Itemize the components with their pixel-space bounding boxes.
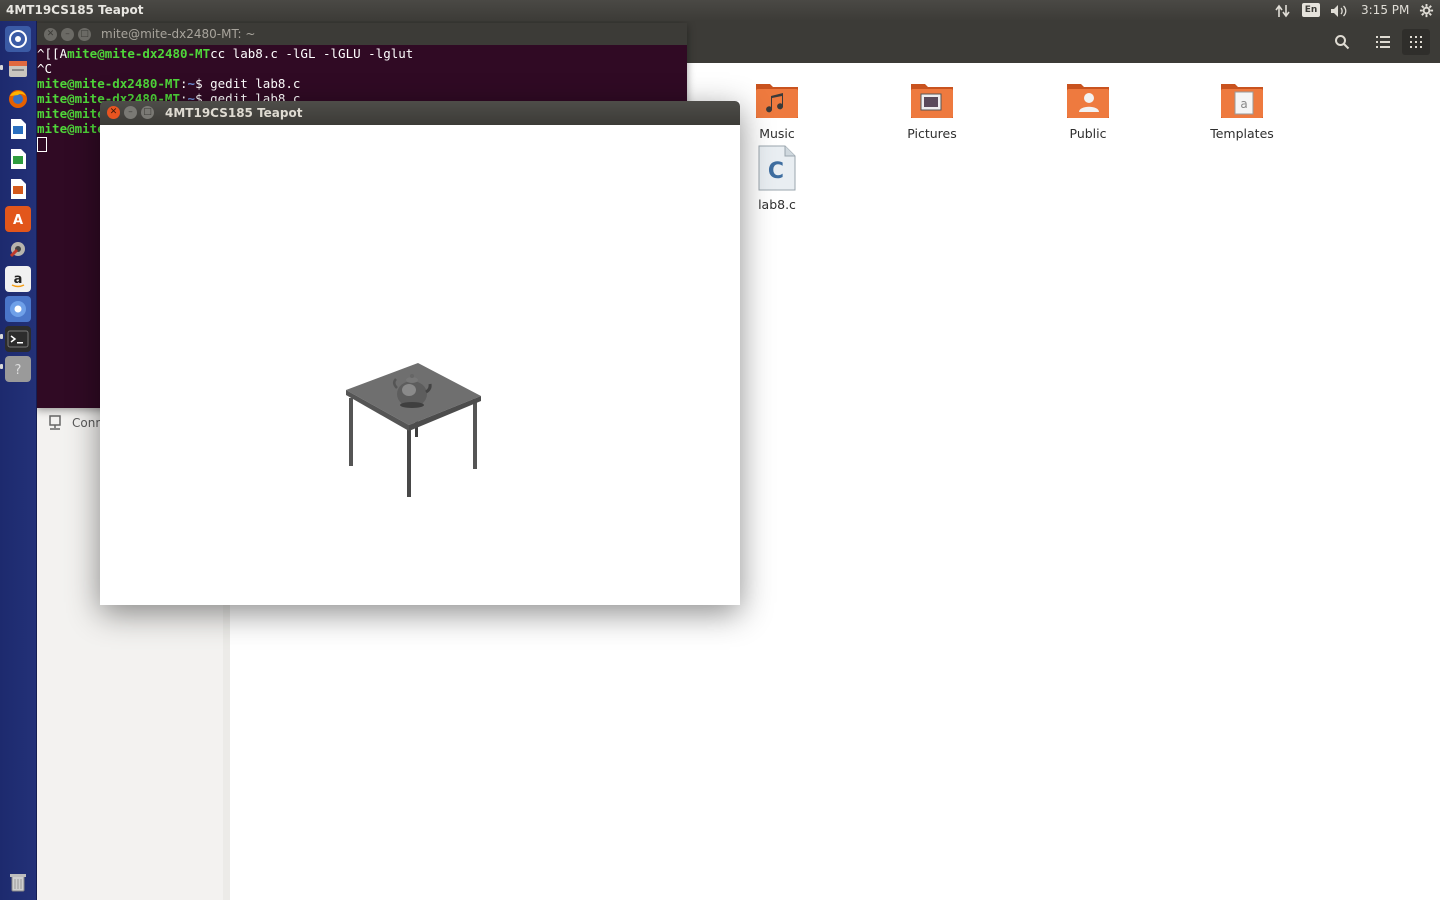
file-label: Templates — [1210, 126, 1274, 141]
terminal-text: ^C — [37, 61, 53, 76]
amazon-icon[interactable]: a — [5, 266, 31, 292]
music-folder-icon — [756, 84, 798, 118]
folder-public[interactable]: Public — [1033, 78, 1143, 141]
launcher: A a ? — [0, 21, 37, 900]
terminal-command: cc lab8.c -lGL -lGLU -lglut — [210, 46, 414, 61]
public-folder-icon — [1067, 84, 1109, 118]
svg-text:C: C — [768, 159, 784, 184]
search-button[interactable] — [1328, 29, 1356, 55]
terminal-line: ^C — [37, 61, 685, 76]
folder-pictures[interactable]: Pictures — [877, 78, 987, 141]
writer-icon[interactable] — [5, 116, 31, 142]
pictures-folder-icon — [911, 84, 953, 118]
svg-text:A: A — [13, 213, 23, 228]
terminal-line: mite@mite-dx2480-MT:~$ gedit lab8.c — [37, 76, 685, 91]
teapot-window-title: 4MT19CS185 Teapot — [165, 106, 303, 120]
teapot-window[interactable]: ✕ – □ 4MT19CS185 Teapot — [100, 101, 740, 605]
software-center-icon[interactable]: A — [5, 206, 31, 232]
dash-icon[interactable] — [5, 26, 31, 52]
terminal-command: $ gedit lab8.c — [195, 76, 301, 91]
chromium-icon[interactable] — [5, 296, 31, 322]
terminal-text: ^[[A — [37, 46, 68, 61]
terminal-line: ^[[Amite@mite-dx2480-MTcc lab8.c -lGL -l… — [37, 46, 685, 61]
svg-text:a: a — [14, 272, 23, 287]
files-icon[interactable] — [5, 56, 31, 82]
terminal-cursor — [37, 137, 47, 152]
grid-view-button[interactable] — [1402, 29, 1430, 55]
templates-folder-icon: a — [1221, 84, 1263, 118]
minimize-button[interactable]: – — [61, 28, 74, 41]
teapot-table-scene — [346, 363, 481, 497]
opengl-canvas[interactable] — [100, 125, 740, 605]
running-indicator — [0, 364, 3, 369]
running-indicator — [0, 334, 3, 339]
folder-templates[interactable]: a Templates — [1187, 78, 1297, 141]
grid-view-icon — [1410, 36, 1422, 48]
terminal-title: mite@mite-dx2480-MT: ~ — [101, 27, 256, 41]
running-indicator — [0, 65, 3, 70]
maximize-button[interactable]: □ — [141, 106, 154, 119]
volume-icon[interactable] — [1329, 2, 1349, 19]
active-app-title: 4MT19CS185 Teapot — [6, 3, 144, 17]
minimize-button[interactable]: – — [124, 106, 137, 119]
file-label: Pictures — [907, 126, 957, 141]
list-view-icon — [1376, 36, 1390, 48]
maximize-button[interactable]: □ — [78, 28, 91, 41]
close-button[interactable]: ✕ — [107, 106, 120, 119]
terminal-titlebar[interactable]: ✕ – □ mite@mite-dx2480-MT: ~ — [36, 23, 687, 45]
list-view-button[interactable] — [1369, 29, 1397, 55]
svg-text:?: ? — [15, 363, 22, 378]
clock[interactable]: 3:15 PM — [1361, 3, 1409, 17]
prompt-user: mite@mite-dx2480-MT — [37, 76, 180, 91]
impress-icon[interactable] — [5, 176, 31, 202]
search-icon — [1335, 35, 1350, 50]
firefox-icon[interactable] — [5, 86, 31, 112]
system-settings-icon[interactable] — [5, 236, 31, 262]
close-button[interactable]: ✕ — [44, 28, 57, 41]
prompt-path: ~ — [187, 76, 196, 91]
system-gear-icon[interactable] — [1417, 2, 1435, 19]
prompt-user: mite@mite-dx2480-MT — [67, 46, 211, 61]
c-source-file-icon: C — [758, 145, 796, 191]
unknown-app-icon[interactable]: ? — [5, 356, 31, 382]
prompt-sep: : — [180, 76, 188, 91]
network-server-icon — [49, 415, 61, 430]
svg-text:a: a — [1240, 97, 1247, 111]
network-updown-icon[interactable] — [1274, 2, 1292, 19]
teapot-titlebar[interactable]: ✕ – □ 4MT19CS185 Teapot — [100, 101, 740, 125]
keyboard-layout-indicator[interactable]: En — [1302, 3, 1320, 17]
top-panel: 4MT19CS185 Teapot En 3:15 PM — [0, 0, 1440, 21]
terminal-icon[interactable] — [5, 326, 31, 352]
calc-icon[interactable] — [5, 146, 31, 172]
file-label: Public — [1069, 126, 1107, 141]
trash-icon[interactable] — [5, 869, 31, 895]
